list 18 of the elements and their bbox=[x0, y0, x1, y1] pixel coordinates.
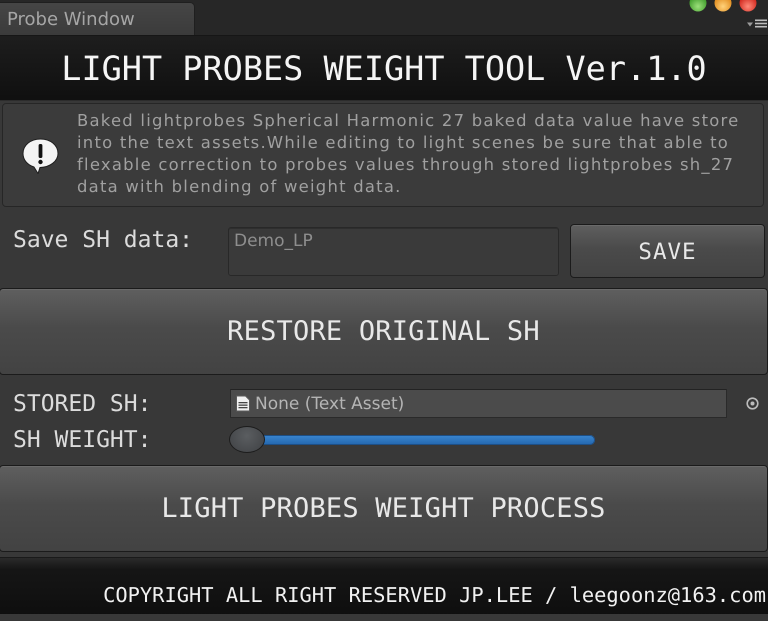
menu-icon[interactable] bbox=[747, 19, 767, 28]
process-button[interactable]: LIGHT PROBES WEIGHT PROCESS bbox=[0, 465, 768, 552]
help-message: Baked lightprobes Spherical Harmonic 27 baked data value have store into the text assets.While editing to light scenes be sure that able to flexable correction to probes values through stored lightprobes sh_27 data with blending of weight data. bbox=[77, 110, 741, 198]
slider-thumb[interactable] bbox=[229, 426, 265, 453]
tool-title: LIGHT PROBES WEIGHT TOOL Ver.1.0 bbox=[61, 48, 707, 89]
restore-button[interactable]: RESTORE ORIGINAL SH bbox=[0, 288, 768, 375]
save-button[interactable]: SAVE bbox=[570, 224, 765, 278]
window-tab[interactable]: Probe Window bbox=[0, 2, 195, 35]
target-icon[interactable] bbox=[746, 397, 759, 410]
weight-slider[interactable] bbox=[228, 426, 595, 454]
document-icon bbox=[235, 395, 251, 412]
sh-weight-label: SH WEIGHT: bbox=[12, 427, 152, 453]
save-sh-label: Save SH data: bbox=[12, 227, 194, 253]
exclamation-bubble-icon bbox=[22, 138, 59, 174]
stored-sh-label: STORED SH: bbox=[12, 390, 152, 416]
copyright-text: COPYRIGHT ALL RIGHT RESERVED JP.LEE / leegoonz@163.com bbox=[103, 583, 767, 607]
asset-value: None (Text Asset) bbox=[255, 394, 404, 414]
text-asset-field[interactable]: None (Text Asset) bbox=[230, 389, 727, 418]
